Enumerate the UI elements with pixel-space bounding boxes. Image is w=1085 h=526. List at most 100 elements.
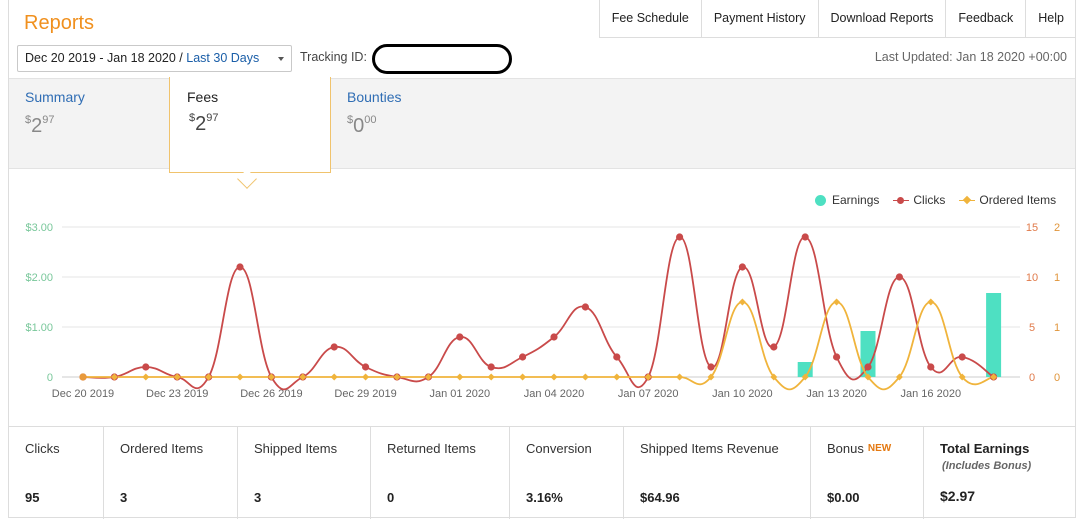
clicks-point	[927, 363, 935, 371]
stat-total-earnings-note: (Includes Bonus)	[942, 460, 1032, 472]
stat-returned-items: Returned Items 0	[371, 427, 510, 519]
chevron-down-icon	[278, 57, 284, 61]
clicks-point	[833, 353, 841, 361]
clicks-point	[738, 263, 747, 271]
tab-summary-amount: $297	[25, 114, 55, 137]
clicks-point	[79, 373, 87, 381]
ordered-items-point	[613, 373, 621, 381]
x-axis-label: Jan 13 2020	[806, 388, 867, 400]
fee-schedule-link[interactable]: Fee Schedule	[600, 0, 702, 37]
right-axis-clicks-label: 0	[1029, 372, 1035, 384]
stat-clicks: Clicks 95	[9, 427, 104, 519]
stat-clicks-label: Clicks	[25, 441, 60, 456]
ordered-items-point	[676, 373, 684, 381]
stat-bonus: Bonus NEW $0.00	[811, 427, 924, 519]
tab-summary-label: Summary	[25, 89, 85, 105]
stat-bonus-label: Bonus NEW	[827, 441, 892, 456]
x-axis-label: Jan 04 2020	[524, 388, 585, 400]
stat-shipped-items-label: Shipped Items	[254, 441, 338, 456]
ordered-items-point	[236, 373, 244, 381]
tracking-id-label: Tracking ID:	[300, 50, 367, 64]
earnings-chart: 0 $1.00 $2.00 $3.00 0 5 10 15 0 1 1 2 Dec 20 2019 Dec…	[25, 222, 1060, 400]
clicks-point	[142, 363, 150, 371]
stat-shipped-revenue: Shipped Items Revenue $64.96	[624, 427, 811, 519]
stat-returned-items-value: 0	[387, 490, 395, 505]
stat-total-earnings-value: $2.97	[940, 488, 976, 504]
clicks-point	[581, 303, 590, 311]
clicks-point	[487, 363, 495, 371]
right-axis-ordered-label: 0	[1054, 372, 1060, 384]
ordered-items-point	[487, 373, 495, 381]
clicks-point	[864, 363, 872, 371]
ordered-items-point	[330, 373, 338, 381]
stat-ordered-items: Ordered Items 3	[104, 427, 238, 519]
x-axis-label: Jan 01 2020	[430, 388, 491, 400]
ordered-items-line	[82, 301, 994, 391]
ordered-items-point	[362, 373, 370, 381]
x-axis-label: Jan 16 2020	[901, 388, 962, 400]
tracking-id-redacted[interactable]	[372, 44, 512, 74]
download-reports-link[interactable]: Download Reports	[819, 0, 947, 37]
ordered-items-point	[550, 373, 558, 381]
stat-conversion: Conversion 3.16%	[510, 427, 624, 519]
stat-conversion-value: 3.16%	[526, 490, 563, 505]
feedback-link[interactable]: Feedback	[946, 0, 1027, 37]
tab-fees-label: Fees	[187, 89, 219, 105]
clicks-point	[676, 233, 684, 241]
right-axis-ordered-label: 1	[1054, 322, 1060, 334]
tab-bounties[interactable]: Bounties $000	[347, 89, 401, 138]
last-updated: Last Updated: Jan 18 2020 +00:00	[874, 50, 1067, 64]
stat-clicks-value: 95	[25, 490, 40, 505]
x-axis-label: Jan 10 2020	[712, 388, 773, 400]
clicks-point	[236, 263, 244, 271]
clicks-point	[958, 353, 966, 361]
stats-bar: Clicks 95 Ordered Items 3 Shipped Items …	[9, 426, 1075, 519]
tab-fees[interactable]: Fees $297	[169, 77, 331, 173]
clicks-point	[456, 333, 464, 341]
left-axis-label: $2.00	[25, 272, 53, 284]
date-range-text: Dec 20 2019 - Jan 18 2020	[25, 51, 176, 65]
right-axis-ordered-label: 1	[1054, 272, 1060, 284]
x-axis-label: Jan 07 2020	[618, 388, 679, 400]
clicks-point	[362, 363, 370, 371]
right-axis-clicks-label: 10	[1026, 272, 1038, 284]
ordered-items-point	[927, 298, 935, 306]
clicks-point	[895, 273, 904, 281]
ordered-items-point	[456, 373, 464, 381]
stat-ordered-items-value: 3	[120, 490, 128, 505]
clicks-point	[770, 343, 778, 351]
clicks-line	[82, 236, 995, 391]
clicks-point	[613, 353, 621, 361]
tab-summary[interactable]: Summary $297	[25, 89, 85, 138]
stat-conversion-label: Conversion	[526, 441, 592, 456]
x-axis-label: Dec 20 2019	[52, 388, 114, 400]
ordered-items-point	[738, 298, 746, 306]
earnings-bar	[986, 293, 1002, 377]
stat-shipped-revenue-label: Shipped Items Revenue	[640, 441, 779, 456]
right-axis-ordered-label: 2	[1054, 222, 1060, 234]
help-link[interactable]: Help	[1026, 0, 1076, 37]
clicks-point	[550, 333, 558, 341]
x-axis-label: Dec 26 2019	[240, 388, 302, 400]
ordered-items-point	[519, 373, 527, 381]
tab-fees-amount: $297	[189, 112, 219, 135]
stat-total-earnings: Total Earnings (Includes Bonus) $2.97	[924, 427, 1075, 519]
date-range-separator: /	[179, 51, 183, 65]
clicks-point	[707, 363, 715, 371]
stat-returned-items-label: Returned Items	[387, 441, 476, 456]
stat-shipped-items-value: 3	[254, 490, 262, 505]
top-links: Fee Schedule Payment History Download Re…	[598, 0, 1076, 38]
page-title: Reports	[24, 12, 95, 34]
stat-bonus-value: $0.00	[827, 490, 860, 505]
stat-shipped-items: Shipped Items 3	[238, 427, 371, 519]
stat-shipped-revenue-value: $64.96	[640, 490, 680, 505]
right-axis-clicks-label: 15	[1026, 222, 1038, 234]
date-range-preset: Last 30 Days	[186, 51, 260, 65]
date-range-selector[interactable]: Dec 20 2019 - Jan 18 2020 / Last 30 Days	[17, 45, 292, 72]
stat-ordered-items-label: Ordered Items	[120, 441, 204, 456]
tab-bounties-amount: $000	[347, 114, 377, 137]
ordered-items-point	[581, 373, 589, 381]
clicks-point	[519, 353, 527, 361]
payment-history-link[interactable]: Payment History	[702, 0, 819, 37]
ordered-items-point	[142, 373, 150, 381]
